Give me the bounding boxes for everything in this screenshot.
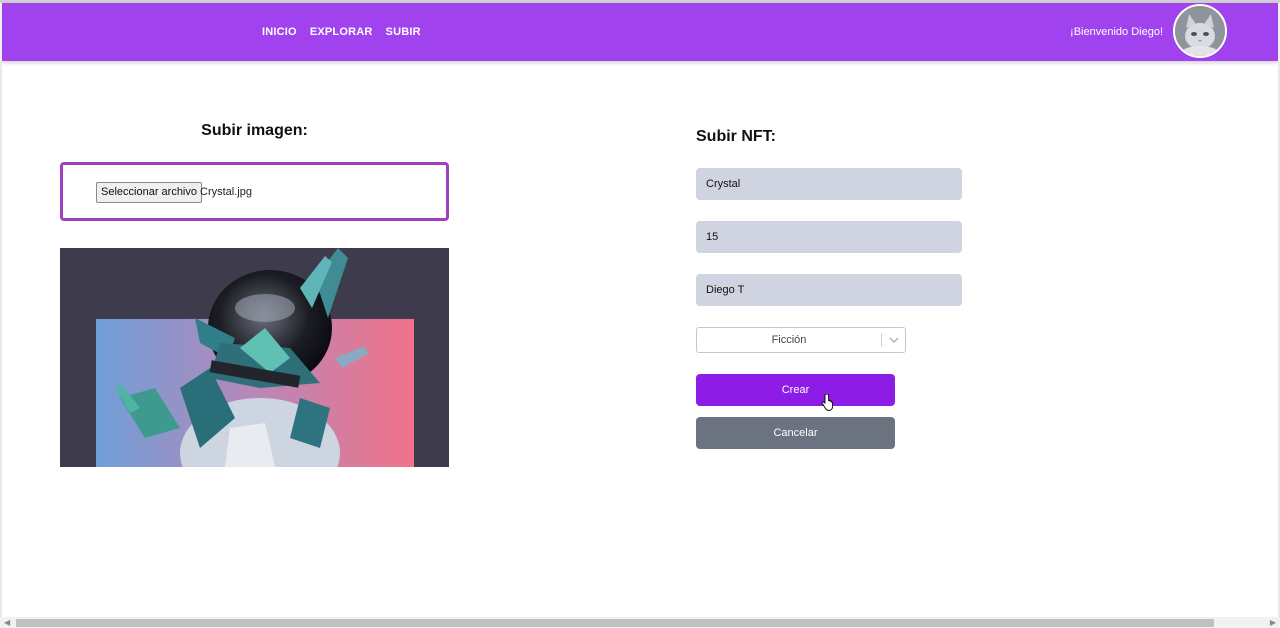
nft-author-field[interactable]: Diego T (696, 274, 962, 306)
nav-link-subir[interactable]: SUBIR (386, 26, 421, 38)
select-file-button[interactable]: Seleccionar archivo (96, 182, 202, 203)
cancel-button[interactable]: Cancelar (696, 417, 895, 449)
file-input-box: Seleccionar archivo Crystal.jpg (60, 162, 449, 221)
avatar[interactable] (1173, 4, 1227, 58)
create-button[interactable]: Crear (696, 374, 895, 406)
hand-pointer-icon (821, 394, 833, 411)
upload-nft-title: Subir NFT: (696, 128, 776, 145)
nft-price-field[interactable]: 15 (696, 221, 962, 253)
page-frame-left (0, 61, 2, 617)
chevron-down-icon (889, 337, 899, 343)
nav-link-explorar[interactable]: EXPLORAR (310, 26, 373, 38)
navbar: INICIO EXPLORAR SUBIR ¡Bienvenido Diego! (2, 3, 1278, 61)
nav-link-inicio[interactable]: INICIO (262, 26, 297, 38)
scrollbar-thumb[interactable] (16, 619, 1214, 627)
nav-links: INICIO EXPLORAR SUBIR (262, 3, 421, 61)
select-separator (881, 333, 882, 347)
category-select[interactable]: Ficción (696, 327, 906, 353)
selected-file-name: Crystal.jpg (200, 186, 252, 198)
scroll-right-icon[interactable]: ▶ (1270, 618, 1276, 628)
category-selected-value: Ficción (771, 334, 807, 346)
horizontal-scrollbar[interactable]: ◀ ▶ (0, 617, 1280, 628)
crystal-astronaut-image-icon (60, 248, 449, 467)
cat-avatar-icon (1175, 6, 1225, 56)
welcome-text: ¡Bienvenido Diego! (1070, 26, 1163, 38)
nft-name-field[interactable]: Crystal (696, 168, 962, 200)
image-preview (60, 248, 449, 467)
scroll-left-icon[interactable]: ◀ (4, 618, 10, 628)
upload-image-title: Subir imagen: (201, 122, 308, 139)
